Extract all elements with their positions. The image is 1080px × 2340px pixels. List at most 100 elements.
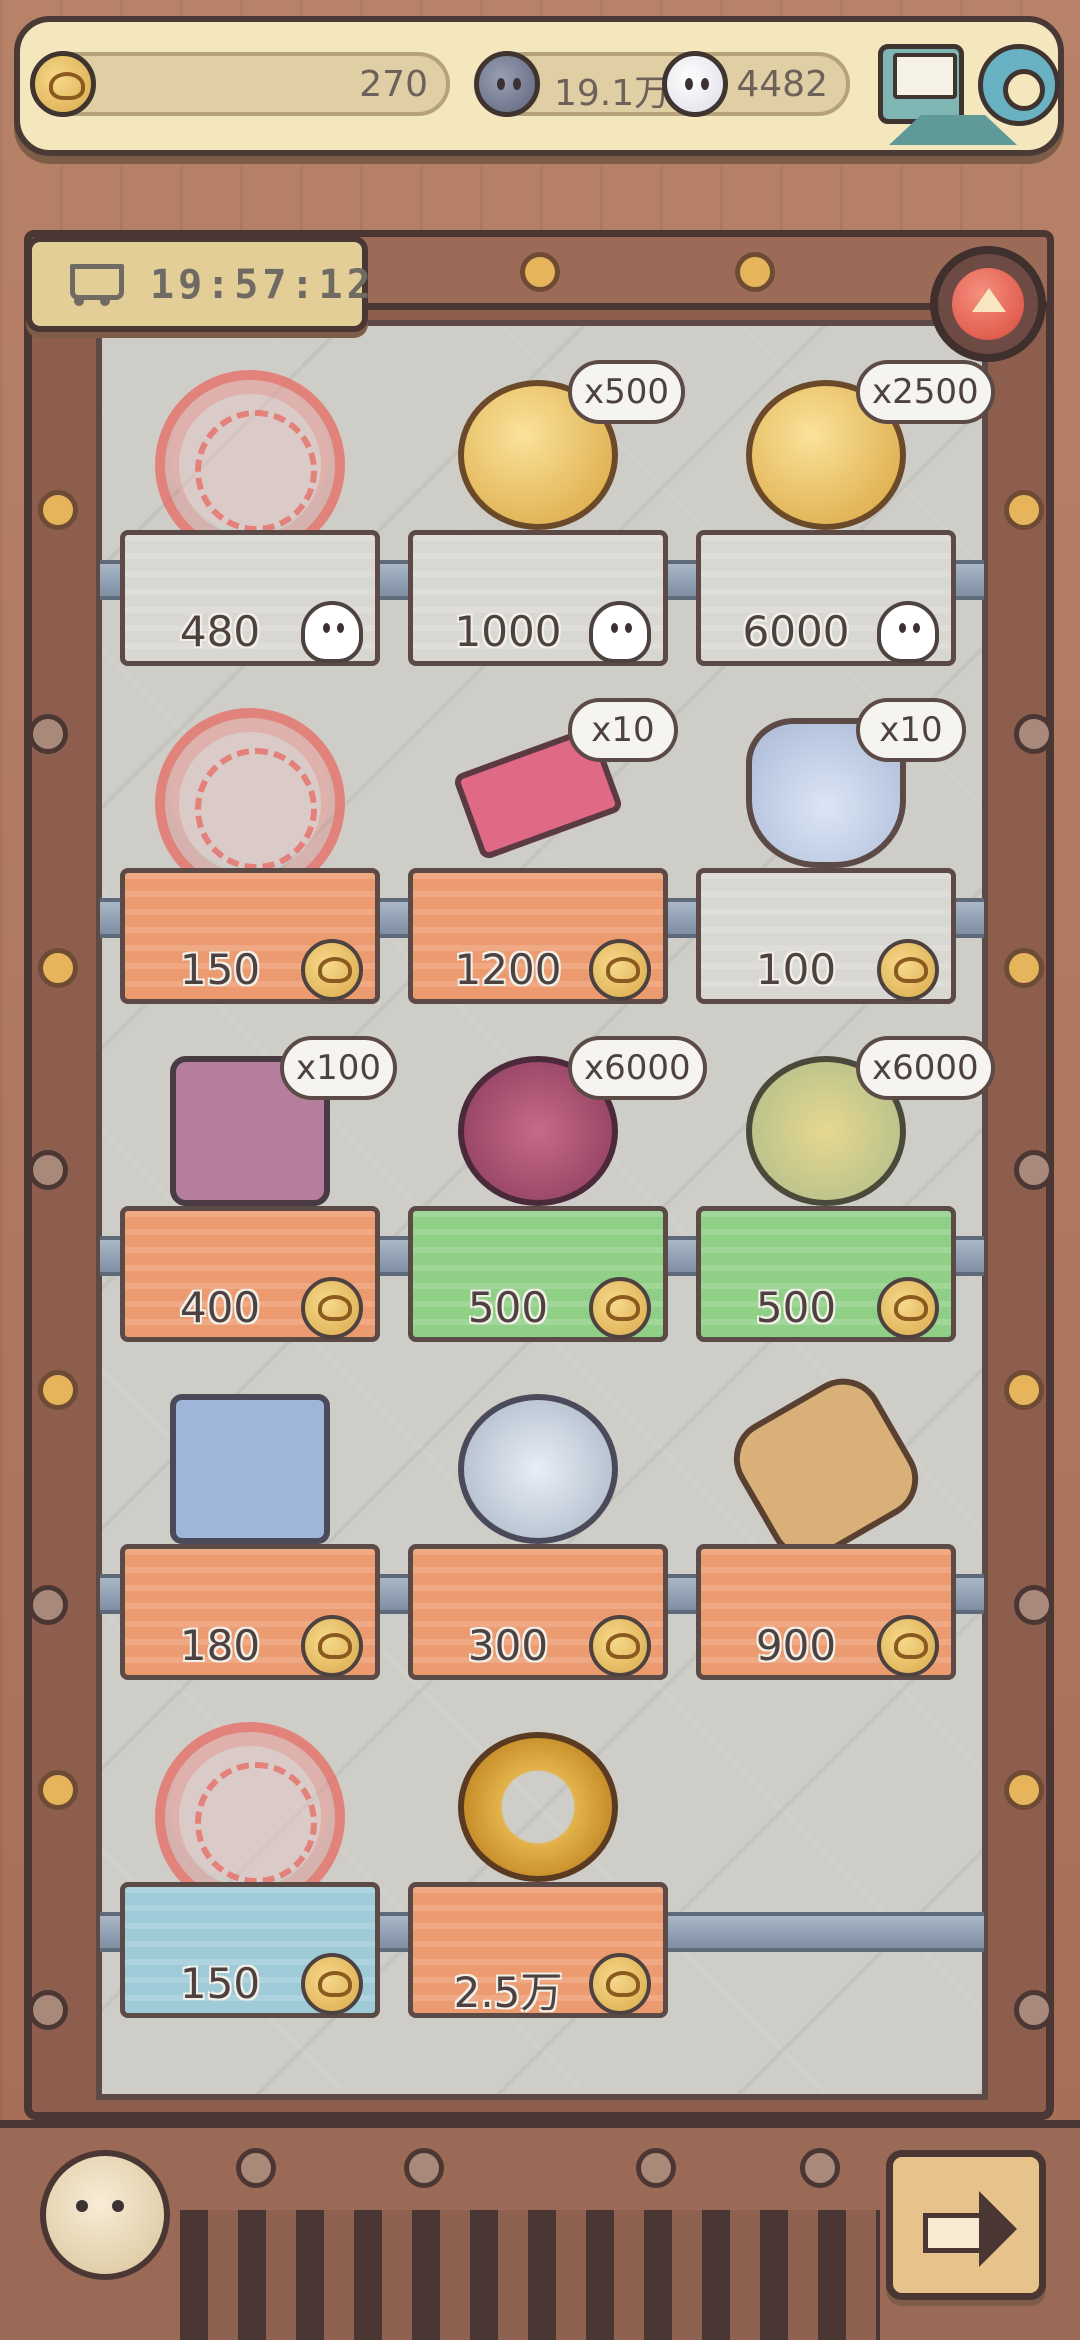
item-price: 500 [467, 1283, 549, 1332]
quantity-bubble: x10 [568, 698, 678, 762]
bolt-decoration [1014, 1990, 1054, 2030]
coin-icon [877, 1277, 939, 1339]
refresh-timer: 19:57:12 [26, 236, 371, 332]
item-price: 900 [755, 1621, 837, 1670]
lamp-decoration [38, 490, 78, 530]
item-price: 1000 [454, 607, 562, 656]
price-tag[interactable]: 6000 [696, 530, 956, 666]
shop-item[interactable]: 180 [120, 1384, 380, 1680]
price-tag[interactable]: 400 [120, 1206, 380, 1342]
coin-icon [877, 1615, 939, 1677]
item-price: 300 [467, 1621, 549, 1670]
price-tag[interactable]: 2.5万 [408, 1882, 668, 2018]
dark-ghost-count: 19.1万 [554, 73, 671, 114]
price-tag: 150 [120, 868, 380, 1004]
light-ghost-icon [301, 601, 363, 663]
item-image [458, 1394, 618, 1544]
item-price: 500 [755, 1283, 837, 1332]
lamp-decoration [38, 1770, 78, 1810]
coin-icon [877, 939, 939, 1001]
coin-icon [301, 1615, 363, 1677]
lamp-decoration [1004, 490, 1044, 530]
shop-item: 150 [120, 1722, 380, 2018]
bolt-decoration [1014, 714, 1054, 754]
bolt-decoration [636, 2148, 676, 2188]
lamp-decoration [1004, 1770, 1044, 1810]
light-ghost-icon [877, 601, 939, 663]
light-ghost-count: 4482 [736, 64, 828, 105]
item-price: 150 [179, 1959, 261, 2008]
item-price: 100 [755, 945, 837, 994]
shop-item[interactable]: 1200 x10 [408, 698, 678, 1004]
bolt-decoration [28, 714, 68, 754]
price-tag: 150 [120, 1882, 380, 2018]
price-tag[interactable]: 500 [696, 1206, 956, 1342]
ghost-counters: 19.1万 4482 [474, 51, 850, 117]
bolt-decoration [28, 1150, 68, 1190]
price-tag[interactable]: 300 [408, 1544, 668, 1680]
next-button[interactable] [886, 2150, 1046, 2300]
shop-item[interactable]: 500 x6000 [408, 1036, 707, 1342]
price-tag[interactable]: 100 [696, 868, 956, 1004]
price-tag[interactable]: 1000 [408, 530, 668, 666]
shop-item[interactable]: 1000 x500 [408, 360, 686, 666]
coin-icon [301, 939, 363, 1001]
shop-item[interactable]: 500 x6000 [696, 1036, 995, 1342]
avatar-icon[interactable] [40, 2150, 170, 2280]
coin-counter: 270 [30, 51, 450, 117]
light-ghost-icon [662, 51, 728, 117]
gear-icon[interactable] [978, 44, 1060, 126]
shop-item[interactable]: 2.5万 [408, 1722, 668, 2018]
price-tag[interactable]: 180 [120, 1544, 380, 1680]
shop-item: 150 [120, 708, 380, 1004]
lamp-decoration [1004, 1370, 1044, 1410]
item-image [719, 1364, 933, 1574]
coin-icon [589, 939, 651, 1001]
bolt-decoration [28, 1990, 68, 2030]
shop-item[interactable]: 300 [408, 1384, 668, 1680]
quantity-bubble: x10 [856, 698, 966, 762]
coin-icon [301, 1953, 363, 2015]
coin-icon [30, 51, 96, 117]
bolt-decoration [800, 2148, 840, 2188]
quantity-bubble: x6000 [856, 1036, 995, 1100]
lamp-decoration [38, 948, 78, 988]
item-price: 400 [179, 1283, 261, 1332]
item-price: 2.5万 [453, 1968, 563, 2017]
item-image [458, 1732, 618, 1882]
coin-icon [301, 1277, 363, 1339]
lamp-decoration [735, 252, 775, 292]
item-price: 480 [179, 607, 261, 656]
lamp-decoration [520, 252, 560, 292]
bolt-decoration [28, 1585, 68, 1625]
cart-icon [64, 260, 124, 308]
dark-ghost-icon [474, 51, 540, 117]
mail-icon[interactable] [878, 44, 1017, 145]
bottom-grate [180, 2210, 880, 2340]
price-tag[interactable]: 1200 [408, 868, 668, 1004]
shop-item[interactable]: 6000 x2500 [696, 360, 995, 666]
timer-text: 19:57:12 [150, 262, 375, 308]
coin-count: 270 [359, 64, 428, 105]
price-tag[interactable]: 900 [696, 1544, 956, 1680]
quantity-bubble: x100 [280, 1036, 398, 1100]
item-price: 6000 [742, 607, 850, 656]
quantity-bubble: x500 [568, 360, 686, 424]
price-tag[interactable]: 500 [408, 1206, 668, 1342]
bolt-decoration [1014, 1150, 1054, 1190]
lamp-decoration [38, 1370, 78, 1410]
bolt-decoration [236, 2148, 276, 2188]
shop-item[interactable]: 100 x10 [696, 698, 966, 1004]
bolt-decoration [404, 2148, 444, 2188]
shop-item: 480 [120, 370, 380, 666]
quantity-bubble: x6000 [568, 1036, 707, 1100]
collapse-button[interactable] [930, 246, 1046, 362]
shop-item[interactable]: 400 x100 [120, 1036, 398, 1342]
item-price: 1200 [454, 945, 562, 994]
shop-item[interactable]: 900 [696, 1364, 956, 1680]
item-image [170, 1394, 330, 1544]
item-price: 180 [179, 1621, 261, 1670]
quantity-bubble: x2500 [856, 360, 995, 424]
item-price: 150 [179, 945, 261, 994]
lamp-decoration [1004, 948, 1044, 988]
